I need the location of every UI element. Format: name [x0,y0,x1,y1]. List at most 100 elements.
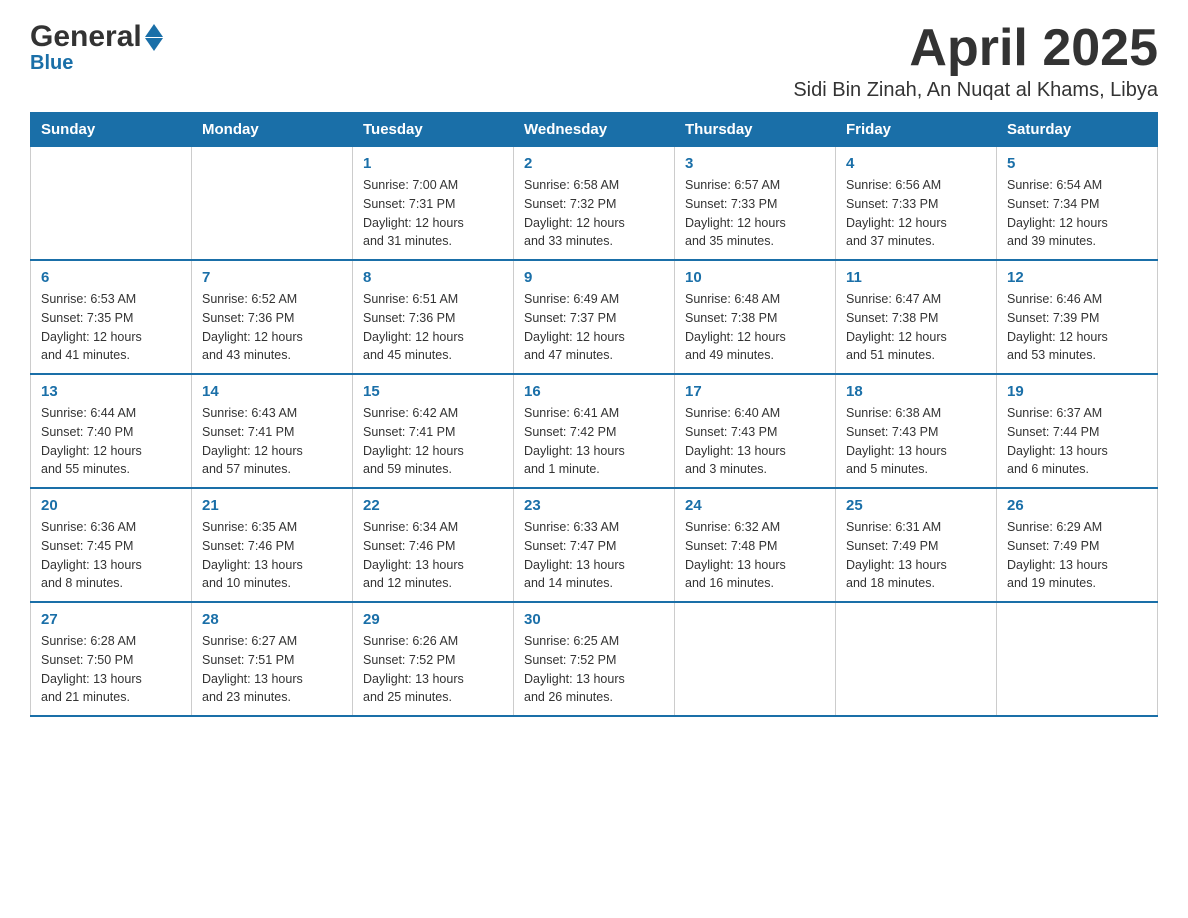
day-number: 15 [363,383,503,400]
cell-w4-d3: 22Sunrise: 6:34 AM Sunset: 7:46 PM Dayli… [353,488,514,602]
day-info: Sunrise: 6:40 AM Sunset: 7:43 PM Dayligh… [685,404,825,479]
cell-w5-d3: 29 Sunrise: 6:26 AM Sunset: 7:52 PM Dayli… [353,602,514,716]
cell-w2-d4: 9 Sunrise: 6:49 AM Sunset: 7:37 PM Daylig… [514,260,675,374]
day-number: 20 [41,497,181,514]
day-info: Sunrise: 6:26 AM Sunset: 7:52 PM Dayligh… [363,632,503,707]
day-number: 3 [685,155,825,172]
day-info: Sunrise: 6:57 AM Sunset: 7:33 PM Dayligh… [685,176,825,251]
day-info: Sunrise: 6:36 AM Sunset: 7:45 PM Dayligh… [41,518,181,593]
day-info: Sunrise: 6:25 AM Sunset: 7:52 PM Dayligh… [524,632,664,707]
cell-w1-d5: 3 Sunrise: 6:57 AM Sunset: 7:33 PM Daylig… [675,147,836,261]
week-row-1: 1 Sunrise: 7:00 AM Sunset: 7:31 PM Daylig… [31,147,1158,261]
logo-general: General [30,20,142,54]
day-info: Sunrise: 6:34 AM Sunset: 7:46 PM Dayligh… [363,518,503,593]
cell-w2-d7: 12 Sunrise: 6:46 AM Sunset: 7:39 PM Dayli… [997,260,1158,374]
header-tuesday: Tuesday [353,113,514,147]
cell-w2-d6: 11 Sunrise: 6:47 AM Sunset: 7:38 PM Dayli… [836,260,997,374]
day-number: 19 [1007,383,1147,400]
day-number: 26 [1007,497,1147,514]
header-wednesday: Wednesday [514,113,675,147]
day-info: Sunrise: 7:00 AM Sunset: 7:31 PM Dayligh… [363,176,503,251]
day-info: Sunrise: 6:37 AM Sunset: 7:44 PM Dayligh… [1007,404,1147,479]
day-number: 18 [846,383,986,400]
day-number: 1 [363,155,503,172]
day-info: Sunrise: 6:35 AM Sunset: 7:46 PM Dayligh… [202,518,342,593]
calendar-table: SundayMondayTuesdayWednesdayThursdayFrid… [30,112,1158,717]
day-info: Sunrise: 6:56 AM Sunset: 7:33 PM Dayligh… [846,176,986,251]
header-sunday: Sunday [31,113,192,147]
day-info: Sunrise: 6:31 AM Sunset: 7:49 PM Dayligh… [846,518,986,593]
week-row-3: 13Sunrise: 6:44 AM Sunset: 7:40 PM Dayli… [31,374,1158,488]
logo-arrows-icon [145,24,163,51]
day-number: 28 [202,611,342,628]
title-block: April 2025 Sidi Bin Zinah, An Nuqat al K… [793,20,1158,102]
day-info: Sunrise: 6:54 AM Sunset: 7:34 PM Dayligh… [1007,176,1147,251]
day-number: 21 [202,497,342,514]
cell-w4-d6: 25 Sunrise: 6:31 AM Sunset: 7:49 PM Dayli… [836,488,997,602]
day-info: Sunrise: 6:38 AM Sunset: 7:43 PM Dayligh… [846,404,986,479]
cell-w5-d4: 30 Sunrise: 6:25 AM Sunset: 7:52 PM Dayli… [514,602,675,716]
cell-w3-d2: 14 Sunrise: 6:43 AM Sunset: 7:41 PM Dayli… [192,374,353,488]
day-info: Sunrise: 6:49 AM Sunset: 7:37 PM Dayligh… [524,290,664,365]
header-monday: Monday [192,113,353,147]
cell-w3-d1: 13Sunrise: 6:44 AM Sunset: 7:40 PM Dayli… [31,374,192,488]
cell-w2-d2: 7 Sunrise: 6:52 AM Sunset: 7:36 PM Daylig… [192,260,353,374]
cell-w1-d3: 1 Sunrise: 7:00 AM Sunset: 7:31 PM Daylig… [353,147,514,261]
cell-w2-d1: 6 Sunrise: 6:53 AM Sunset: 7:35 PM Daylig… [31,260,192,374]
cell-w4-d7: 26 Sunrise: 6:29 AM Sunset: 7:49 PM Dayli… [997,488,1158,602]
day-number: 6 [41,269,181,286]
day-number: 27 [41,611,181,628]
week-row-4: 20 Sunrise: 6:36 AM Sunset: 7:45 PM Dayli… [31,488,1158,602]
cell-w1-d4: 2 Sunrise: 6:58 AM Sunset: 7:32 PM Daylig… [514,147,675,261]
day-info: Sunrise: 6:51 AM Sunset: 7:36 PM Dayligh… [363,290,503,365]
header-row: SundayMondayTuesdayWednesdayThursdayFrid… [31,113,1158,147]
day-info: Sunrise: 6:46 AM Sunset: 7:39 PM Dayligh… [1007,290,1147,365]
cell-w5-d5 [675,602,836,716]
cell-w4-d4: 23 Sunrise: 6:33 AM Sunset: 7:47 PM Dayli… [514,488,675,602]
cell-w4-d5: 24Sunrise: 6:32 AM Sunset: 7:48 PM Dayli… [675,488,836,602]
cell-w3-d6: 18 Sunrise: 6:38 AM Sunset: 7:43 PM Dayli… [836,374,997,488]
day-number: 2 [524,155,664,172]
day-number: 29 [363,611,503,628]
page-subtitle: Sidi Bin Zinah, An Nuqat al Khams, Libya [793,79,1158,102]
week-row-5: 27 Sunrise: 6:28 AM Sunset: 7:50 PM Dayli… [31,602,1158,716]
day-info: Sunrise: 6:41 AM Sunset: 7:42 PM Dayligh… [524,404,664,479]
day-info: Sunrise: 6:29 AM Sunset: 7:49 PM Dayligh… [1007,518,1147,593]
day-number: 4 [846,155,986,172]
cell-w2-d3: 8 Sunrise: 6:51 AM Sunset: 7:36 PM Daylig… [353,260,514,374]
day-number: 11 [846,269,986,286]
day-number: 30 [524,611,664,628]
day-number: 12 [1007,269,1147,286]
cell-w5-d2: 28Sunrise: 6:27 AM Sunset: 7:51 PM Dayli… [192,602,353,716]
day-info: Sunrise: 6:28 AM Sunset: 7:50 PM Dayligh… [41,632,181,707]
day-number: 24 [685,497,825,514]
day-info: Sunrise: 6:52 AM Sunset: 7:36 PM Dayligh… [202,290,342,365]
header-thursday: Thursday [675,113,836,147]
cell-w5-d6 [836,602,997,716]
cell-w1-d7: 5Sunrise: 6:54 AM Sunset: 7:34 PM Daylig… [997,147,1158,261]
day-info: Sunrise: 6:44 AM Sunset: 7:40 PM Dayligh… [41,404,181,479]
day-info: Sunrise: 6:33 AM Sunset: 7:47 PM Dayligh… [524,518,664,593]
cell-w3-d4: 16 Sunrise: 6:41 AM Sunset: 7:42 PM Dayli… [514,374,675,488]
day-number: 7 [202,269,342,286]
day-number: 14 [202,383,342,400]
day-number: 16 [524,383,664,400]
page-title: April 2025 [793,20,1158,77]
day-number: 8 [363,269,503,286]
header-saturday: Saturday [997,113,1158,147]
day-number: 25 [846,497,986,514]
day-info: Sunrise: 6:47 AM Sunset: 7:38 PM Dayligh… [846,290,986,365]
day-info: Sunrise: 6:48 AM Sunset: 7:38 PM Dayligh… [685,290,825,365]
week-row-2: 6 Sunrise: 6:53 AM Sunset: 7:35 PM Daylig… [31,260,1158,374]
cell-w5-d7 [997,602,1158,716]
day-number: 23 [524,497,664,514]
day-info: Sunrise: 6:53 AM Sunset: 7:35 PM Dayligh… [41,290,181,365]
header: General Blue April 2025 Sidi Bin Zinah, … [30,20,1158,102]
arrow-up-icon [145,24,163,37]
cell-w4-d2: 21 Sunrise: 6:35 AM Sunset: 7:46 PM Dayli… [192,488,353,602]
day-info: Sunrise: 6:58 AM Sunset: 7:32 PM Dayligh… [524,176,664,251]
day-number: 9 [524,269,664,286]
arrow-down-icon [145,38,163,51]
day-info: Sunrise: 6:43 AM Sunset: 7:41 PM Dayligh… [202,404,342,479]
cell-w2-d5: 10Sunrise: 6:48 AM Sunset: 7:38 PM Dayli… [675,260,836,374]
